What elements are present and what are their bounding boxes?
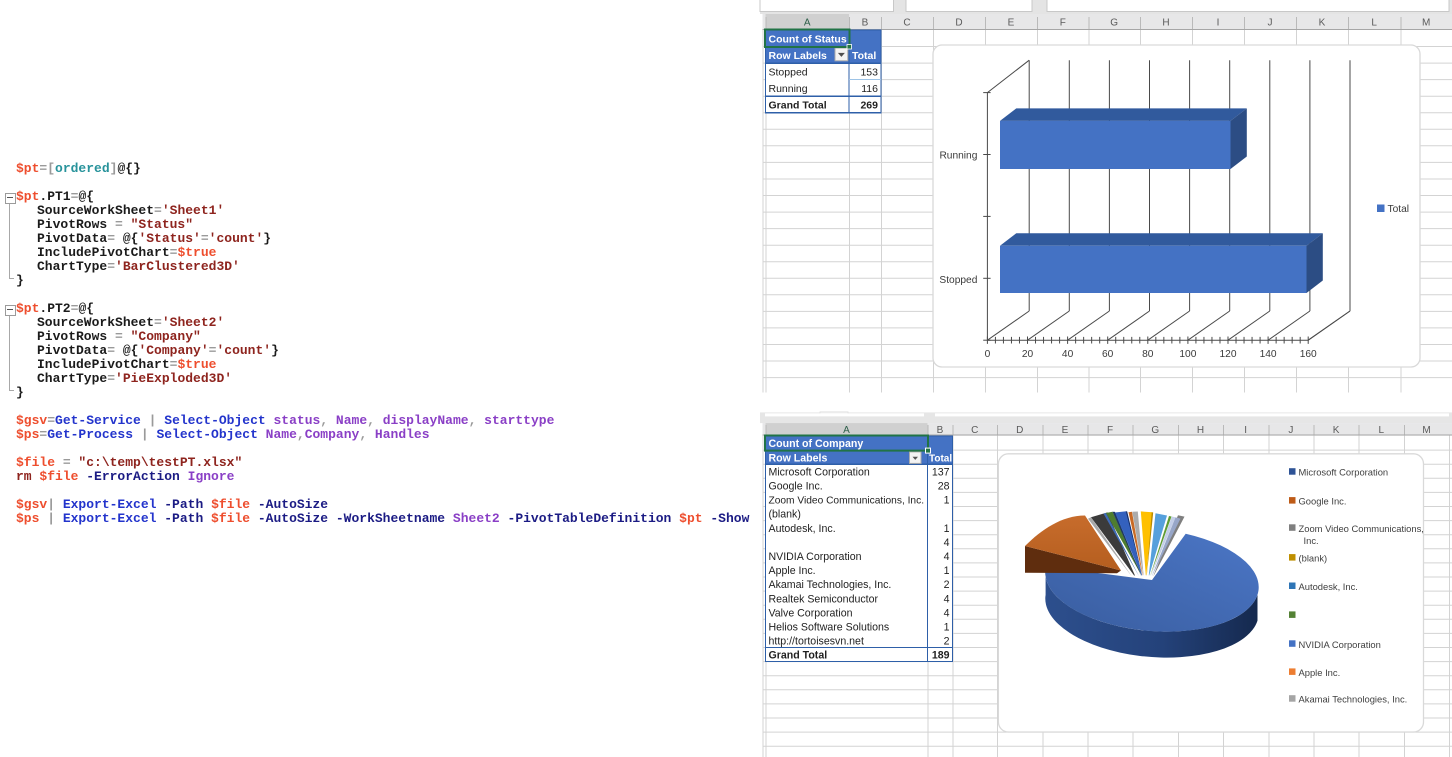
svg-text:Stopped: Stopped [939,275,977,286]
svg-text:E: E [1062,425,1069,436]
svg-text:J: J [1268,18,1273,29]
svg-text:K: K [1333,425,1340,436]
svg-text:4: 4 [944,551,950,563]
svg-text:B: B [862,18,869,29]
svg-text:H: H [1197,425,1204,436]
svg-text:L: L [1371,18,1377,29]
svg-text:Running: Running [769,83,808,95]
svg-text:Akamai Technologies, Inc.: Akamai Technologies, Inc. [1299,694,1408,705]
svg-text:B: B [937,425,944,436]
svg-text:Google Inc.: Google Inc. [769,481,823,493]
svg-text:Row Labels: Row Labels [769,50,828,62]
svg-text:0: 0 [985,349,991,360]
svg-text:Total: Total [852,50,876,62]
svg-text:Row Labels: Row Labels [769,452,828,464]
svg-text:189: 189 [932,650,950,662]
svg-text:Autodesk, Inc.: Autodesk, Inc. [769,523,836,535]
svg-text:1: 1 [944,565,950,577]
svg-text:G: G [1151,425,1159,436]
svg-text:1: 1 [944,622,950,634]
svg-text:269: 269 [860,100,878,112]
svg-text:I: I [1217,18,1220,29]
svg-text:D: D [955,18,962,29]
svg-text:Apple Inc.: Apple Inc. [1299,667,1341,678]
svg-text:Microsoft Corporation: Microsoft Corporation [1299,467,1389,478]
svg-text:Inc.: Inc. [1304,535,1319,546]
svg-text:2: 2 [944,636,950,648]
svg-text:Count of Company: Count of Company [769,438,864,450]
svg-text:Stopped: Stopped [769,67,808,79]
svg-text:120: 120 [1220,349,1237,360]
svg-text:80: 80 [1142,349,1154,360]
svg-text:J: J [1288,425,1293,436]
svg-text:Grand Total: Grand Total [769,100,827,112]
svg-text:Autodesk, Inc.: Autodesk, Inc. [1299,581,1358,592]
svg-text:60: 60 [1102,349,1114,360]
svg-text:2: 2 [944,579,950,591]
svg-text:40: 40 [1062,349,1074,360]
svg-text:Running: Running [939,151,977,162]
svg-text:Count of Status: Count of Status [769,33,847,45]
svg-text:M: M [1422,18,1430,29]
svg-text:http://tortoisesvn.net: http://tortoisesvn.net [769,636,864,648]
svg-text:F: F [1107,425,1113,436]
svg-text:28: 28 [938,481,950,493]
svg-text:Valve Corporation: Valve Corporation [769,607,853,619]
svg-text:Microsoft Corporation: Microsoft Corporation [769,466,870,478]
svg-text:Helios Software Solutions: Helios Software Solutions [769,622,890,634]
svg-text:116: 116 [861,83,878,95]
svg-text:Akamai Technologies, Inc.: Akamai Technologies, Inc. [769,579,892,591]
svg-text:Google Inc.: Google Inc. [1299,496,1347,507]
svg-text:1: 1 [944,495,950,507]
svg-text:Apple Inc.: Apple Inc. [769,565,816,577]
svg-text:100: 100 [1179,349,1196,360]
svg-text:(blank): (blank) [769,509,801,521]
svg-text:160: 160 [1300,349,1317,360]
svg-text:(blank): (blank) [1299,553,1328,564]
svg-text:140: 140 [1260,349,1277,360]
svg-text:4: 4 [944,593,950,605]
svg-text:Total: Total [1388,204,1410,215]
svg-text:A: A [804,18,811,29]
svg-text:Total: Total [929,453,952,464]
svg-text:H: H [1162,18,1169,29]
svg-text:NVIDIA Corporation: NVIDIA Corporation [769,551,862,563]
svg-text:Realtek Semiconductor: Realtek Semiconductor [769,593,879,605]
svg-text:Grand Total: Grand Total [769,650,828,662]
svg-text:Zoom Video Communications, Inc: Zoom Video Communications, Inc. [769,496,925,507]
svg-text:Zoom Video Communications,: Zoom Video Communications, [1299,523,1424,534]
svg-text:C: C [903,18,910,29]
svg-text:K: K [1319,18,1326,29]
svg-text:1: 1 [944,523,950,535]
svg-text:D: D [1016,425,1023,436]
svg-text:I: I [1244,425,1247,436]
svg-text:L: L [1379,425,1385,436]
svg-text:NVIDIA Corporation: NVIDIA Corporation [1299,639,1381,650]
svg-text:F: F [1060,18,1066,29]
svg-text:137: 137 [932,466,950,478]
svg-text:E: E [1008,18,1015,29]
svg-text:G: G [1110,18,1118,29]
svg-text:4: 4 [944,607,950,619]
svg-text:4: 4 [944,537,950,549]
svg-text:153: 153 [860,67,878,79]
svg-text:M: M [1422,425,1430,436]
svg-text:20: 20 [1022,349,1034,360]
svg-text:C: C [971,425,978,436]
